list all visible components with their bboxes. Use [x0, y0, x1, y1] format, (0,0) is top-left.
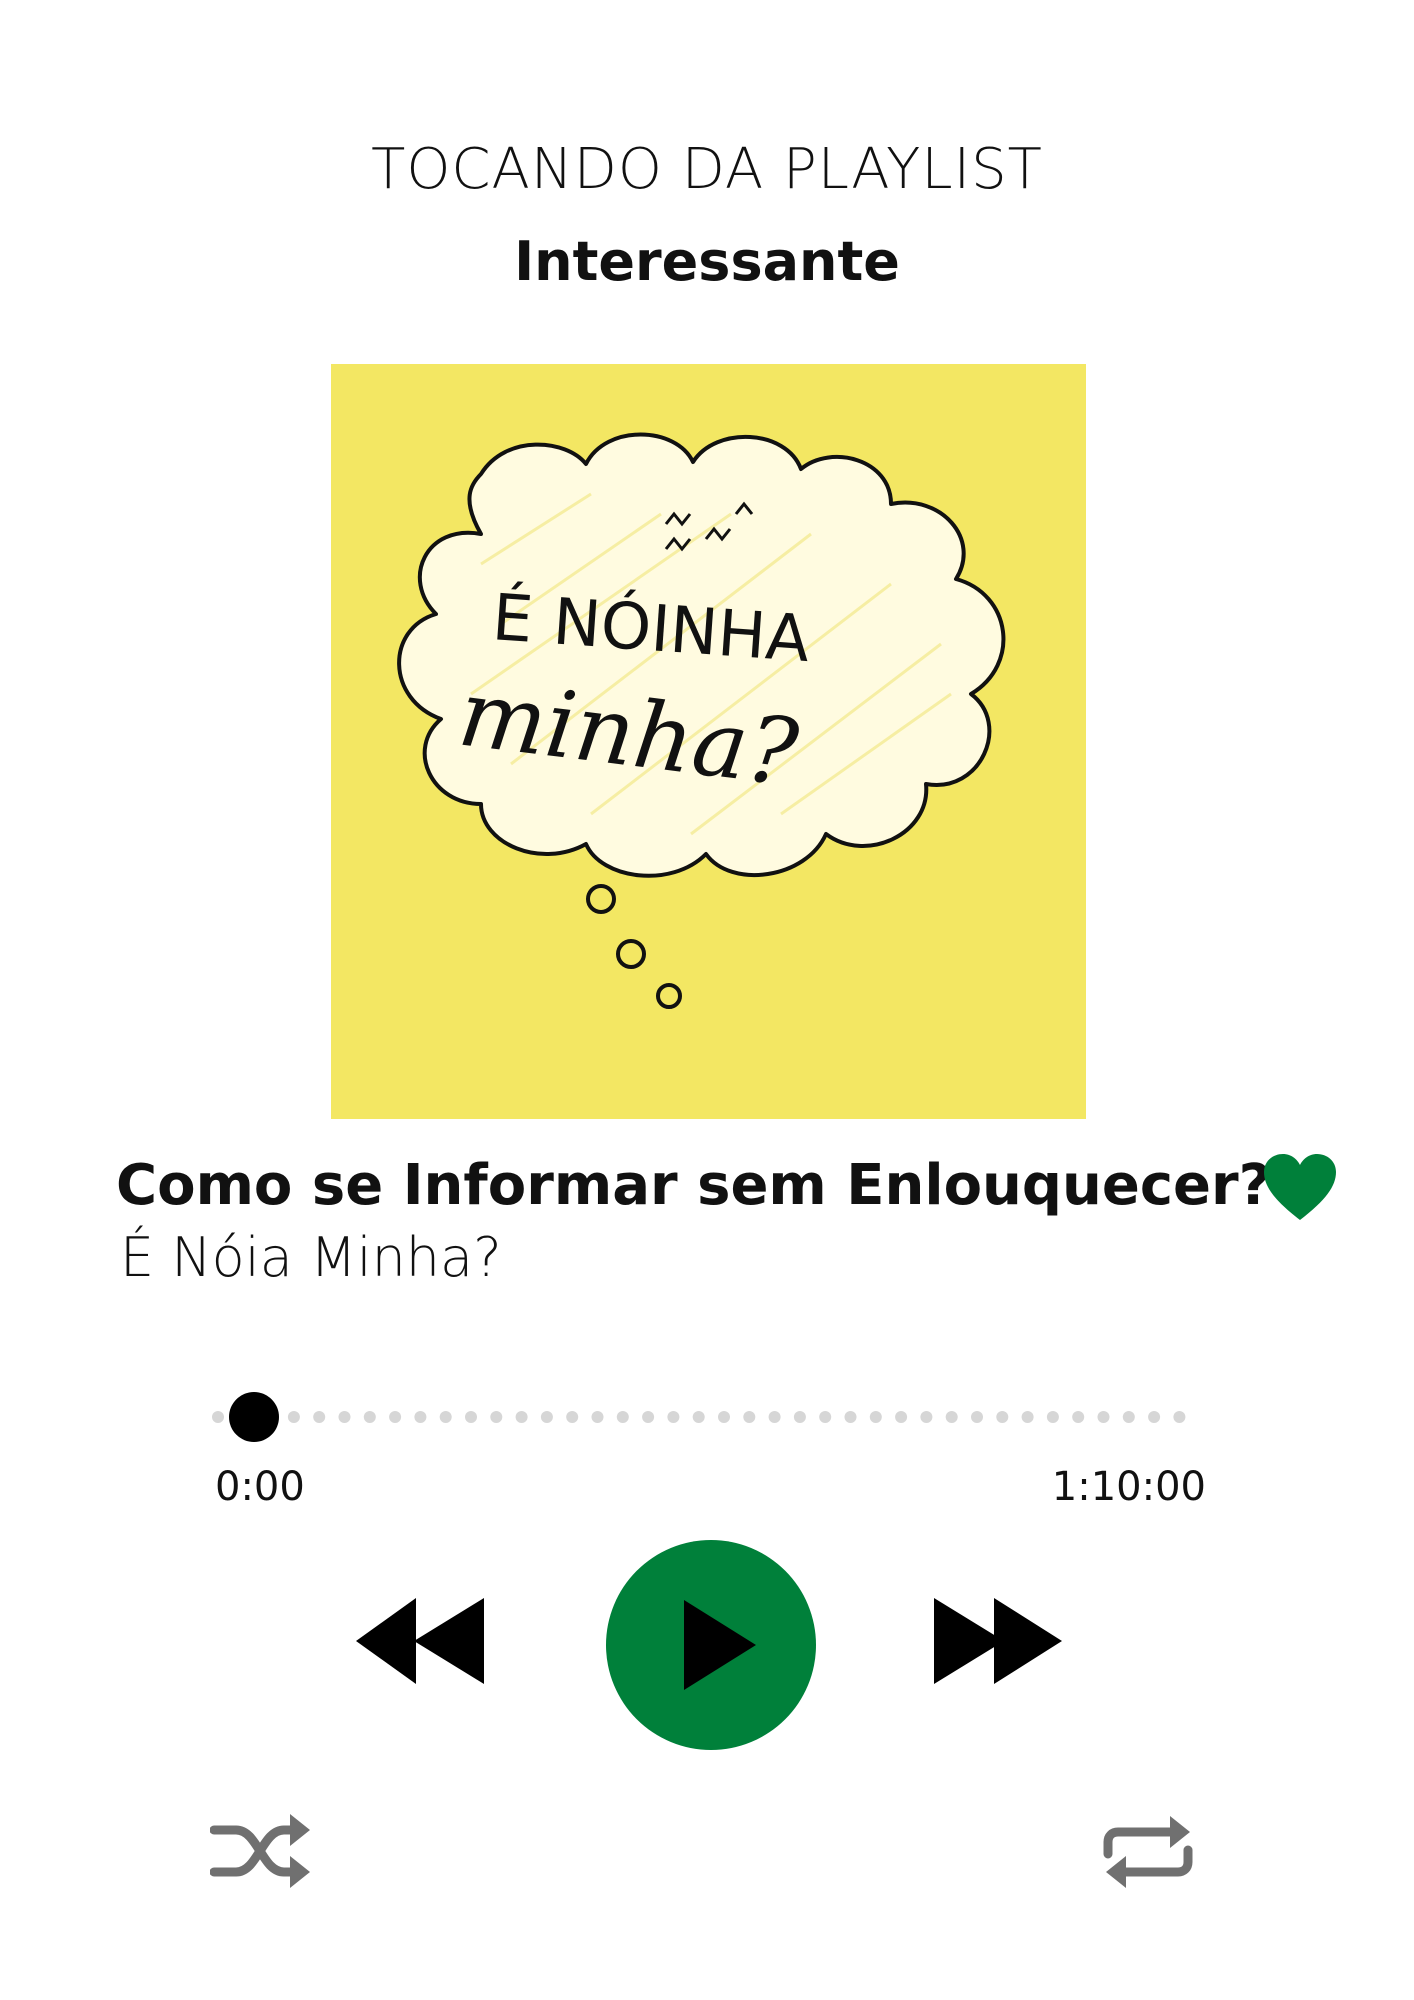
progress-dot	[920, 1411, 933, 1423]
progress-dot	[439, 1411, 452, 1423]
progress-dot	[1122, 1411, 1135, 1423]
playlist-name[interactable]: Interessante	[0, 226, 1414, 298]
progress-dot	[1072, 1411, 1085, 1423]
progress-dot	[591, 1411, 604, 1423]
repeat-button[interactable]	[1100, 1812, 1196, 1892]
rewind-button[interactable]	[356, 1596, 486, 1686]
progress-dot	[363, 1411, 376, 1423]
progress-dot	[768, 1411, 781, 1423]
current-time: 0:00	[215, 1464, 305, 1510]
progress-dot	[1046, 1411, 1059, 1423]
progress-dot	[819, 1411, 832, 1423]
progress-dot	[667, 1411, 680, 1423]
repeat-icon	[1103, 1816, 1193, 1888]
play-button[interactable]	[606, 1540, 816, 1750]
progress-dot	[389, 1411, 402, 1423]
progress-dot	[945, 1411, 958, 1423]
progress-dot	[465, 1411, 477, 1423]
progress-dot	[540, 1411, 553, 1423]
progress-dot	[515, 1411, 528, 1423]
total-time: 1:10:00	[1051, 1464, 1206, 1510]
progress-dot	[895, 1411, 908, 1423]
progress-dot	[793, 1411, 806, 1423]
progress-dot	[212, 1411, 224, 1423]
progress-dot	[1097, 1411, 1110, 1423]
progress-dot	[844, 1411, 857, 1423]
progress-dot	[642, 1411, 655, 1423]
progress-dot	[1148, 1411, 1161, 1423]
fast-forward-button[interactable]	[934, 1596, 1064, 1686]
progress-dot	[338, 1411, 351, 1423]
album-cover: É NÓINHA minha?	[331, 364, 1086, 1119]
progress-dot	[971, 1411, 983, 1423]
progress-dot	[566, 1411, 579, 1423]
progress-dot	[869, 1411, 882, 1423]
progress-bar[interactable]	[208, 1392, 1212, 1442]
progress-knob[interactable]	[229, 1392, 279, 1442]
progress-dot	[490, 1411, 503, 1423]
progress-dot	[743, 1411, 756, 1423]
progress-dot	[718, 1411, 730, 1423]
heart-icon[interactable]	[1262, 1152, 1338, 1222]
progress-dot	[287, 1411, 300, 1423]
progress-dot	[414, 1411, 427, 1423]
progress-dot	[1173, 1411, 1186, 1423]
track-artist[interactable]: É Nóia Minha?	[120, 1222, 502, 1294]
progress-dot	[1021, 1411, 1034, 1423]
fast-forward-icon	[934, 1598, 1062, 1684]
progress-dot	[692, 1411, 705, 1423]
rewind-icon	[356, 1598, 484, 1684]
shuffle-icon	[210, 1814, 310, 1888]
progress-dot	[313, 1411, 326, 1423]
playing-from-label: TOCANDO DA PLAYLIST	[371, 137, 1043, 202]
track-title[interactable]: Como se Informar sem Enlouquecer?	[116, 1150, 1271, 1222]
shuffle-button[interactable]	[210, 1808, 310, 1894]
progress-dot	[616, 1411, 629, 1423]
progress-dot	[996, 1411, 1009, 1423]
cover-artwork: É NÓINHA minha?	[331, 364, 1086, 1119]
